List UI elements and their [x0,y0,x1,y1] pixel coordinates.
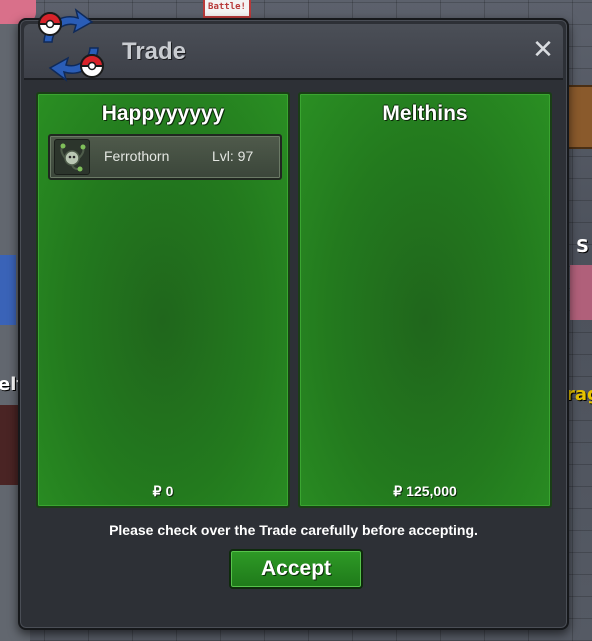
trade-window: Trade ✕ Happyyyyyy Ferrothorn Lvl: 97 ₽ … [18,8,569,630]
bg-house [565,85,592,149]
money-amount-right: 125,000 [406,483,457,499]
money-amount-left: 0 [165,483,174,499]
item-pokemon-level: Lvl: 97 [212,148,254,164]
money-offer-right: ₽125,000 [300,483,550,500]
trade-panel-left: Happyyyyyy Ferrothorn Lvl: 97 ₽0 [36,92,290,508]
pokemon-ferrothorn-icon [54,139,90,175]
window-title: Trade [122,38,187,65]
bg-player-label-right-2: rag [566,384,592,405]
accept-button[interactable]: Accept [229,549,363,589]
bg-character-right [570,265,592,320]
pokedollar-icon: ₽ [393,483,403,499]
bg-character-left-2 [0,405,18,485]
trade-warning-message: Please check over the Trade carefully be… [109,522,478,538]
player-name-left: Happyyyyyy [101,102,225,125]
pokedollar-icon: ₽ [152,483,162,499]
bg-player-label-right: S [576,236,589,257]
trade-arrows-pokeball-icon [37,8,105,82]
close-button[interactable]: ✕ [529,36,557,64]
close-icon: ✕ [532,35,554,65]
player-name-right: Melthins [382,102,468,125]
bg-character-left [0,255,16,325]
item-pokemon-name: Ferrothorn [104,148,170,164]
battle-sign: Battle! [203,0,251,18]
trade-item-row[interactable]: Ferrothorn Lvl: 97 [48,134,282,180]
money-offer-left: ₽0 [38,483,288,500]
trade-panel-right: Melthins ₽125,000 [298,92,552,508]
